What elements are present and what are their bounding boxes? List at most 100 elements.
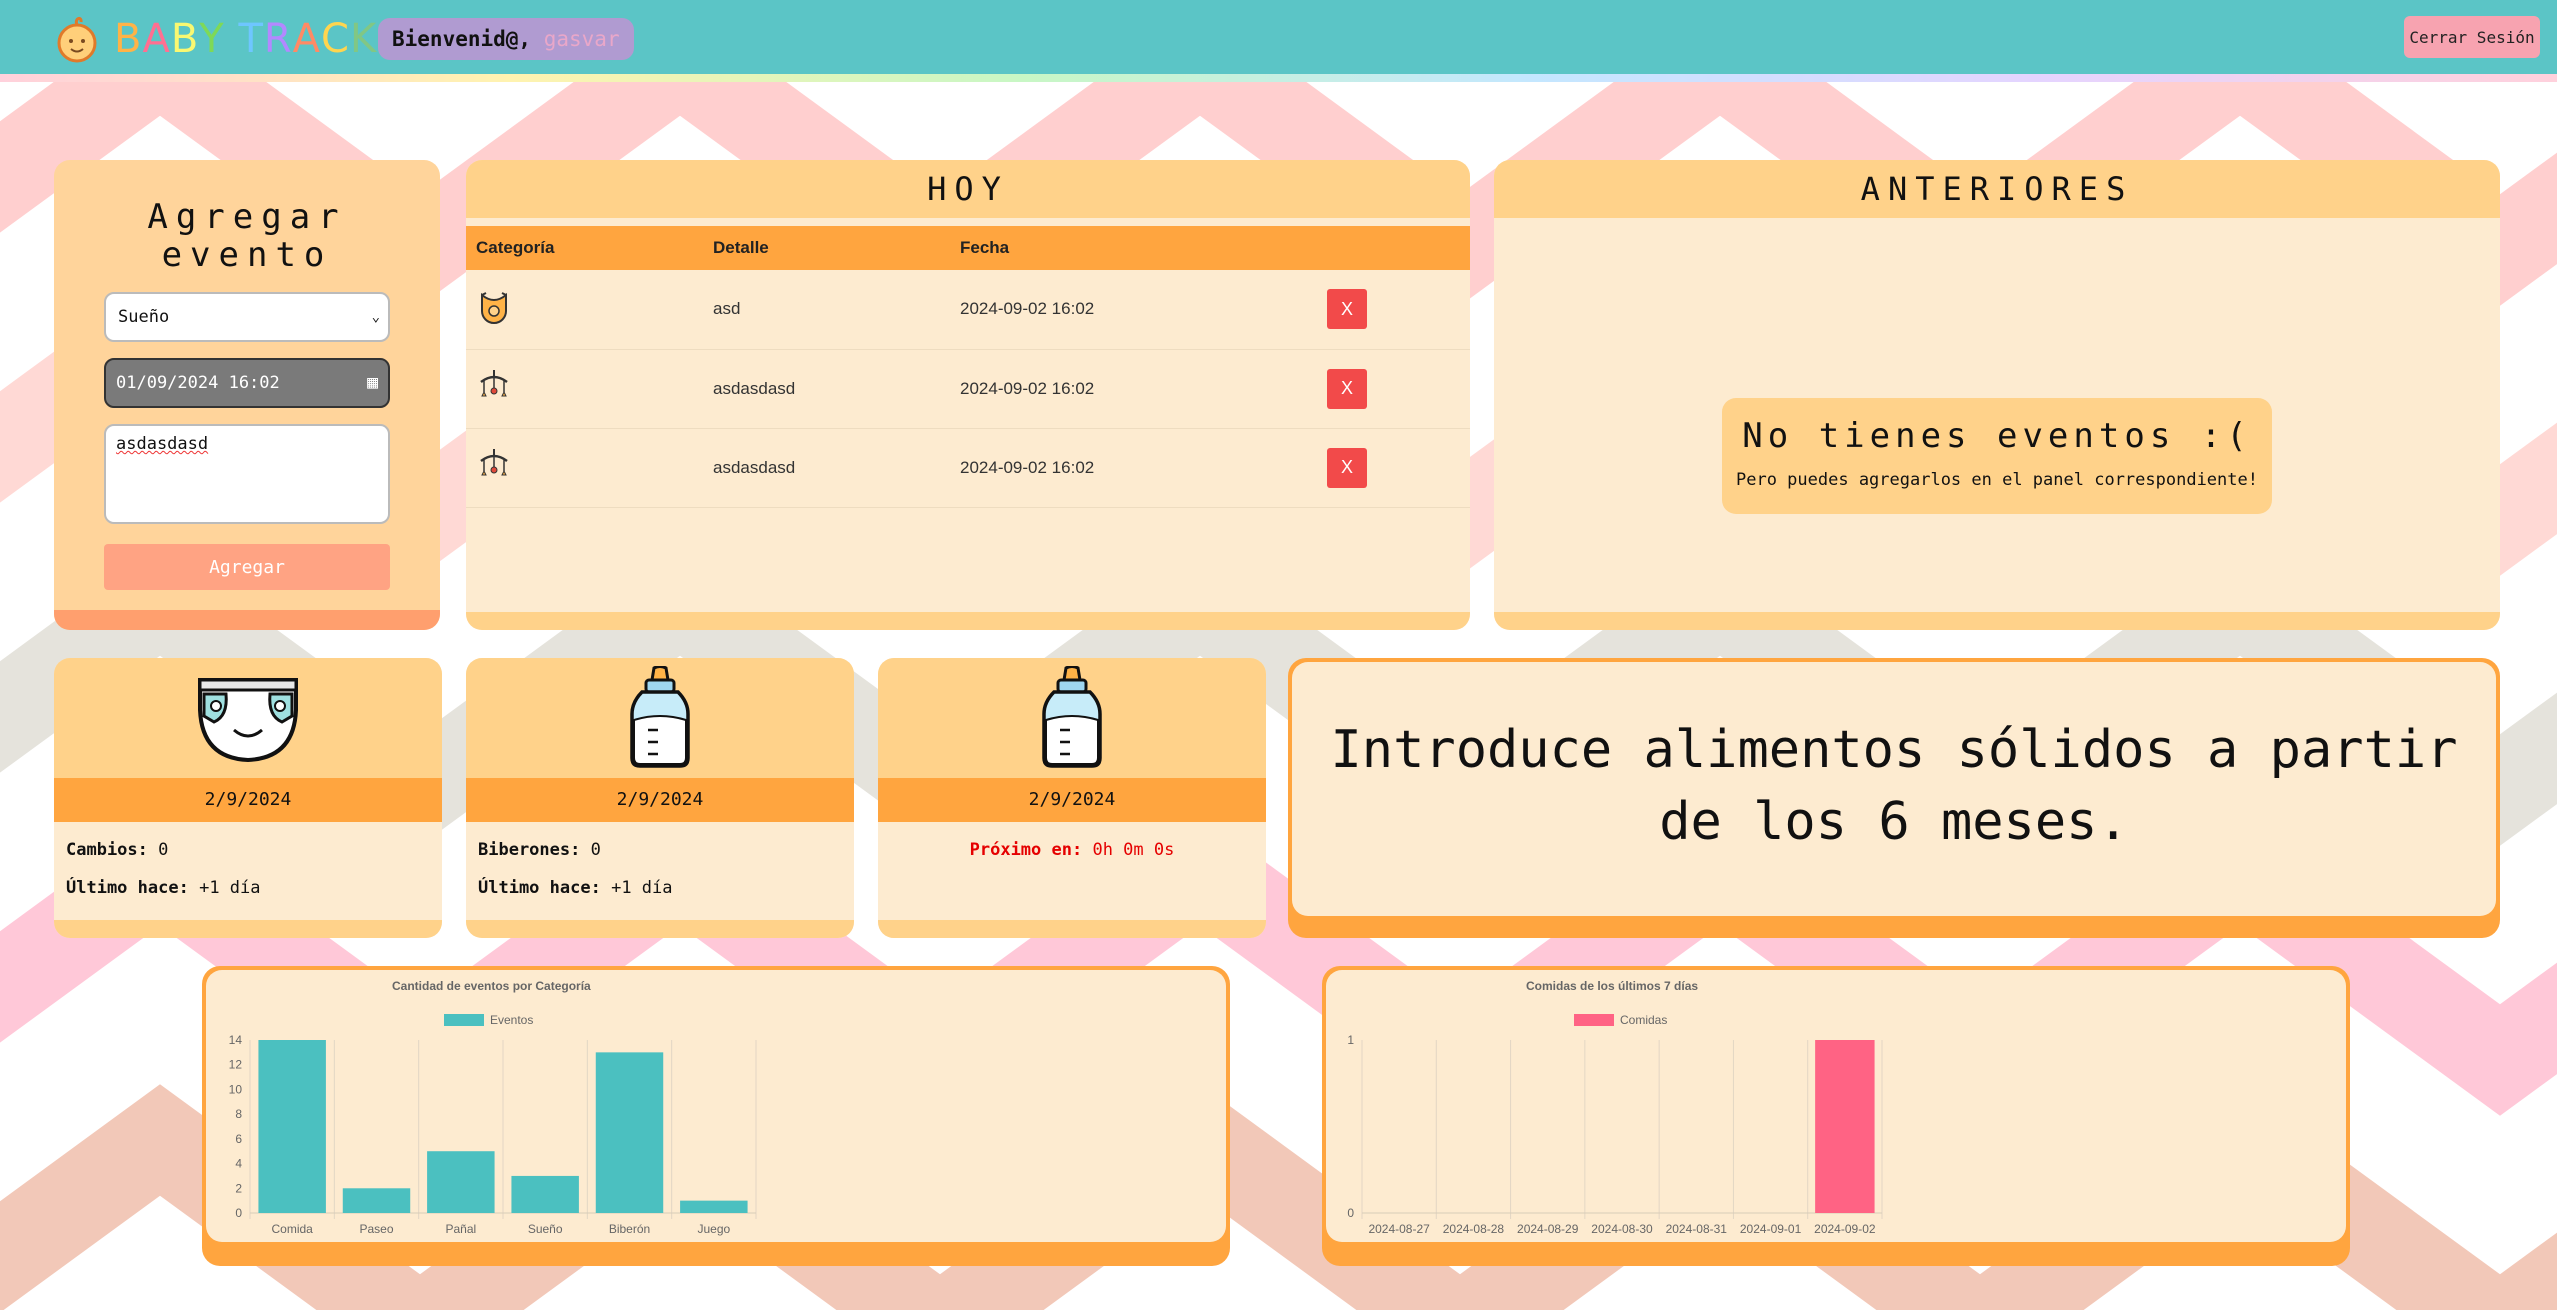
- events-by-category-chart: Cantidad de eventos por Categoría Eventos…: [229, 979, 757, 1236]
- x-tick-label: 2024-09-01: [1740, 1222, 1802, 1236]
- brand-letter: K: [349, 16, 378, 62]
- delete-button[interactable]: X: [1327, 289, 1367, 330]
- stat-label: Último hace:: [478, 878, 601, 898]
- y-tick-label: 4: [235, 1157, 242, 1171]
- detail-cell: asd: [703, 270, 950, 350]
- action-cell: X: [1317, 270, 1470, 350]
- mobile-toy-icon: [480, 449, 508, 476]
- category-value: Sueño: [118, 307, 170, 327]
- baby-face-icon: [57, 16, 97, 63]
- stat-icon-area: [878, 658, 1266, 778]
- column-header-category: Categoría: [466, 226, 703, 270]
- bar: [427, 1151, 495, 1213]
- empty-state: No tienes eventos :( Pero puedes agregar…: [1722, 398, 2272, 514]
- column-header-actions: [1317, 226, 1470, 270]
- diaper-icon: [198, 678, 298, 763]
- today-events-table: Categoría Detalle Fecha asd 2024-09-02 1…: [466, 226, 1470, 508]
- bottle-stat-card: 2/9/2024 Biberones: 0 Último hace: +1 dí…: [466, 658, 854, 938]
- chart-inner: Comidas de los últimos 7 días Comidas 0 1 20…: [1326, 970, 2346, 1242]
- column-header-detail: Detalle: [703, 226, 950, 270]
- table-row: asdasdasd 2024-09-02 16:02 X: [466, 428, 1470, 508]
- datetime-input[interactable]: 01/09/2024 16:02 ▦: [104, 358, 390, 408]
- mobile-toy-icon: [480, 370, 508, 397]
- brand-letter: [225, 14, 239, 64]
- card-footer: [1494, 612, 2500, 630]
- stat-value: 0: [158, 840, 169, 860]
- tip-card: Introduce alimentos sólidos a partir de …: [1288, 658, 2500, 938]
- bar: [511, 1175, 579, 1213]
- today-card: HOY Categoría Detalle Fecha asd 2024-09-…: [466, 160, 1470, 630]
- card-footer: [466, 920, 854, 938]
- category-cell: [466, 270, 703, 350]
- brand-letter: A: [292, 16, 322, 62]
- username: gasvar: [543, 27, 620, 51]
- x-tick-label: 2024-08-28: [1443, 1222, 1505, 1236]
- add-event-button[interactable]: Agregar: [104, 544, 390, 590]
- bar: [680, 1200, 748, 1213]
- empty-subtitle: Pero puedes agregarlos en el panel corre…: [1736, 470, 2258, 490]
- stat-date: 2/9/2024: [466, 778, 854, 822]
- x-tick-label: 2024-08-30: [1591, 1222, 1653, 1236]
- detail-textarea[interactable]: asdasdasd: [104, 424, 390, 524]
- stat-value: +1 día: [611, 878, 673, 898]
- table-header-row: Categoría Detalle Fecha: [466, 226, 1470, 270]
- events-by-category-chart-card: Cantidad de eventos por Categoría Eventos…: [202, 966, 1230, 1266]
- chart-title: Cantidad de eventos por Categoría: [392, 979, 591, 993]
- legend-swatch: [444, 1014, 484, 1026]
- logout-button[interactable]: Cerrar Sesión: [2404, 16, 2540, 58]
- y-tick-label: 2: [235, 1181, 242, 1195]
- delete-button[interactable]: X: [1327, 447, 1367, 488]
- date-cell: 2024-09-02 16:02: [950, 349, 1317, 429]
- stat-line: Cambios: 0: [54, 840, 442, 860]
- x-tick-label: 2024-08-27: [1368, 1222, 1430, 1236]
- x-tick-label: Juego: [697, 1222, 730, 1236]
- rainbow-divider: [0, 74, 2557, 82]
- stat-line: Último hace: +1 día: [466, 878, 854, 898]
- datetime-value: 01/09/2024 16:02: [116, 373, 280, 393]
- delete-button[interactable]: X: [1327, 368, 1367, 409]
- stat-label: Biberones:: [478, 840, 581, 860]
- y-tick-label: 8: [235, 1107, 242, 1121]
- x-tick-label: Pañal: [445, 1222, 476, 1236]
- x-tick-label: 2024-09-02: [1814, 1222, 1876, 1236]
- add-event-title: Agregar evento: [147, 197, 347, 275]
- card-footer: [54, 610, 440, 630]
- detail-value: asdasdasd: [116, 434, 209, 454]
- y-tick-label: 14: [229, 1033, 243, 1047]
- legend-label: Eventos: [490, 1013, 533, 1027]
- stat-icon-area: [466, 658, 854, 778]
- x-tick-label: 2024-08-31: [1666, 1222, 1728, 1236]
- card-footer: [54, 920, 442, 938]
- brand-letter: T: [238, 16, 264, 62]
- table-row: asdasdasd 2024-09-02 16:02 X: [466, 349, 1470, 429]
- column-header-date: Fecha: [950, 226, 1317, 270]
- category-select[interactable]: Sueño ⌄: [104, 292, 390, 342]
- stat-date: 2/9/2024: [54, 778, 442, 822]
- chart-inner: Cantidad de eventos por Categoría Eventos…: [206, 970, 1226, 1242]
- legend-swatch: [1574, 1014, 1614, 1026]
- chevron-down-icon: ⌄: [371, 309, 380, 325]
- calendar-icon[interactable]: ▦: [367, 360, 378, 406]
- bib-icon: [481, 291, 507, 324]
- legend-label: Comidas: [1620, 1013, 1667, 1027]
- date-cell: 2024-09-02 16:02: [950, 270, 1317, 350]
- table-row: asd 2024-09-02 16:02 X: [466, 270, 1470, 350]
- x-tick-label: Sueño: [528, 1222, 563, 1236]
- stat-label: Cambios:: [66, 840, 148, 860]
- action-cell: X: [1317, 349, 1470, 429]
- x-tick-label: 2024-08-29: [1517, 1222, 1579, 1236]
- card-footer: [466, 612, 1470, 630]
- baby-bottle-icon: [1042, 666, 1102, 768]
- y-tick-label: 12: [229, 1058, 243, 1072]
- next-feeding-countdown: 0h 0m 0s: [1092, 840, 1175, 860]
- welcome-label: Bienvenid@,: [392, 27, 532, 51]
- x-tick-label: Paseo: [359, 1222, 393, 1236]
- next-feeding-label: Próximo en:: [969, 840, 1083, 860]
- category-cell: [466, 349, 703, 429]
- meals-last-7-days-chart: Comidas de los últimos 7 días Comidas 0 1 20…: [1347, 979, 1883, 1236]
- diaper-stat-card: 2/9/2024 Cambios: 0 Último hace: +1 día: [54, 658, 442, 938]
- brand-letter: B: [170, 16, 200, 62]
- y-tick-label: 10: [229, 1082, 243, 1096]
- brand-letter: A: [142, 16, 171, 62]
- stat-line: Biberones: 0: [466, 840, 854, 860]
